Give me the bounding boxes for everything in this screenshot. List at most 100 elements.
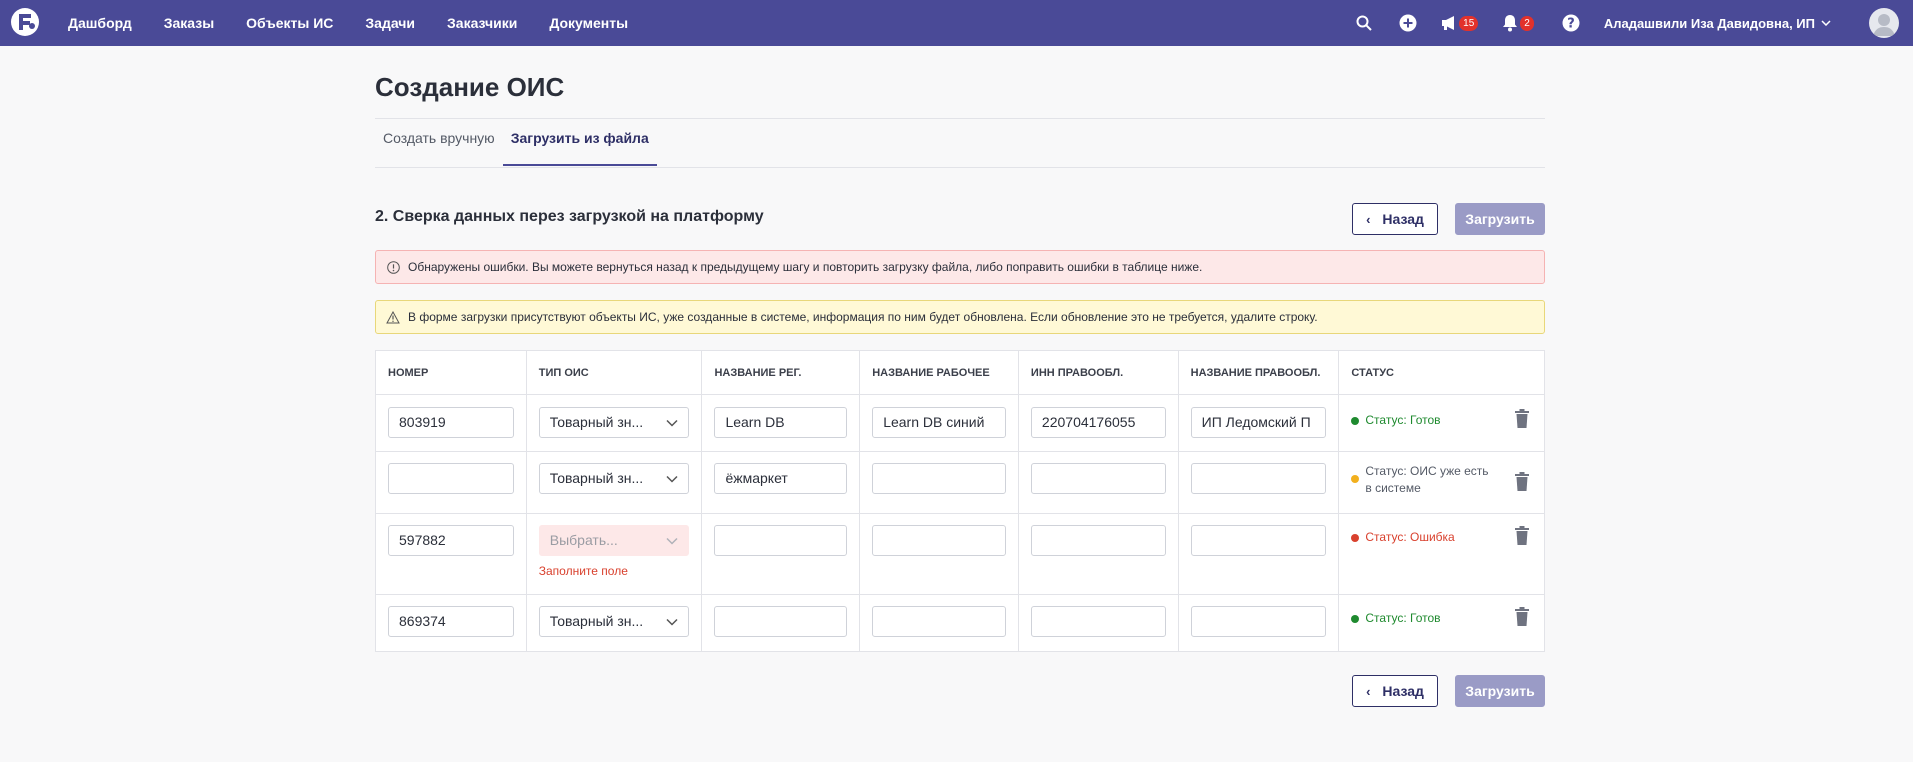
upload-button[interactable]: Загрузить: [1455, 203, 1545, 235]
app-logo-icon[interactable]: [10, 7, 40, 37]
megaphone-icon: [1441, 15, 1459, 31]
announcements-button[interactable]: 15: [1441, 15, 1478, 31]
reg-name-input[interactable]: [714, 606, 847, 637]
chevron-down-icon: [666, 607, 678, 636]
work-name-input[interactable]: [872, 606, 1006, 637]
work-name-input[interactable]: Learn DB синий: [872, 407, 1006, 438]
owner-inn-input[interactable]: [1031, 525, 1166, 556]
column-header: СТАТУС: [1339, 351, 1544, 394]
user-name-label: Аладашвили Иза Давидовна, ИП: [1604, 16, 1815, 31]
help-icon[interactable]: ?: [1560, 12, 1582, 34]
section-title: 2. Сверка данных перез загрузкой на плат…: [375, 208, 764, 226]
column-header: НАЗВАНИЕ ПРАВООБЛ.: [1179, 351, 1340, 394]
column-header: НОМЕР: [376, 351, 527, 394]
status-dot: [1351, 417, 1359, 425]
reg-name-input[interactable]: Learn DB: [714, 407, 847, 438]
field-error-text: Заполните поле: [539, 564, 690, 578]
error-alert: Обнаружены ошибки. Вы можете вернуться н…: [375, 250, 1545, 284]
user-menu[interactable]: Аладашвили Иза Давидовна, ИП: [1604, 16, 1831, 31]
chevron-down-icon: [666, 526, 678, 555]
nav-link-dashboard[interactable]: Дашборд: [68, 15, 132, 31]
chevron-down-icon: [666, 464, 678, 493]
info-circle-icon: [386, 260, 400, 274]
column-header: ТИП ОИС: [527, 351, 703, 394]
page-title: Создание ОИС: [375, 72, 564, 103]
tab-upload-from-file[interactable]: Загрузить из файла: [503, 118, 657, 166]
warning-triangle-icon: [386, 310, 400, 324]
notifications-button[interactable]: 2: [1502, 14, 1534, 32]
nav-link-orders[interactable]: Заказы: [164, 15, 214, 31]
announcements-count-badge: 15: [1459, 16, 1478, 31]
chevron-down-icon: [666, 408, 678, 437]
ip-type-select[interactable]: Выбрать...: [539, 525, 690, 556]
search-icon[interactable]: [1353, 12, 1375, 34]
nav-link-tasks[interactable]: Задачи: [365, 15, 415, 31]
nav-link-ip-objects[interactable]: Объекты ИС: [246, 15, 333, 31]
number-input[interactable]: 803919: [388, 407, 514, 438]
back-button-label: Назад: [1382, 211, 1424, 227]
bell-icon: [1502, 14, 1518, 32]
status-badge: Статус: ОИС уже есть в системе: [1351, 463, 1491, 497]
table-row: 597882 Выбрать... Заполните поле Статус:…: [376, 514, 1544, 595]
work-name-input[interactable]: [872, 525, 1006, 556]
status-text: Статус: Готов: [1365, 412, 1440, 429]
status-badge: Статус: Ошибка: [1351, 529, 1532, 546]
number-input[interactable]: [388, 463, 514, 494]
tab-create-manually[interactable]: Создать вручную: [375, 118, 503, 166]
svg-text:?: ?: [1567, 17, 1575, 32]
status-text: Статус: Готов: [1365, 610, 1440, 627]
owner-inn-input[interactable]: [1031, 606, 1166, 637]
tabs: Создать вручную Загрузить из файла: [375, 118, 657, 166]
upload-button-bottom[interactable]: Загрузить: [1455, 675, 1545, 707]
top-navbar: Дашборд Заказы Объекты ИС Задачи Заказчи…: [0, 0, 1913, 46]
status-dot: [1351, 615, 1359, 623]
owner-name-input[interactable]: [1191, 606, 1327, 637]
add-circle-icon[interactable]: [1397, 12, 1419, 34]
ip-type-value: Товарный зн...: [550, 408, 643, 437]
ip-type-value: Товарный зн...: [550, 607, 643, 636]
owner-inn-input[interactable]: [1031, 463, 1166, 494]
divider: [375, 167, 1545, 168]
notifications-count-badge: 2: [1520, 16, 1534, 31]
table-row: Товарный зн... ёжмаркет Статус: ОИС уже …: [376, 452, 1544, 514]
avatar[interactable]: [1869, 8, 1899, 38]
status-badge: Статус: Готов: [1351, 412, 1532, 429]
warning-alert-text: В форме загрузки присутствуют объекты ИС…: [408, 310, 1318, 324]
work-name-input[interactable]: [872, 463, 1006, 494]
back-button-label: Назад: [1382, 683, 1424, 699]
nav-link-documents[interactable]: Документы: [549, 15, 628, 31]
status-dot: [1351, 534, 1359, 542]
trash-icon[interactable]: [1514, 409, 1530, 429]
column-header: НАЗВАНИЕ РЕГ.: [702, 351, 860, 394]
error-alert-text: Обнаружены ошибки. Вы можете вернуться н…: [408, 260, 1202, 274]
ip-type-select[interactable]: Товарный зн...: [539, 407, 690, 438]
chevron-down-icon: [1821, 20, 1831, 26]
reg-name-input[interactable]: ёжмаркет: [714, 463, 847, 494]
number-input[interactable]: 869374: [388, 606, 514, 637]
number-input[interactable]: 597882: [388, 525, 514, 556]
status-text: Статус: ОИС уже есть в системе: [1365, 463, 1491, 497]
trash-icon[interactable]: [1514, 526, 1530, 546]
column-header: НАЗВАНИЕ РАБОЧЕЕ: [860, 351, 1019, 394]
status-badge: Статус: Готов: [1351, 610, 1532, 627]
chevron-left-icon: ‹: [1366, 684, 1370, 699]
table-row: 869374 Товарный зн... Статус: Готов: [376, 595, 1544, 651]
trash-icon[interactable]: [1514, 607, 1530, 627]
warning-alert: В форме загрузки присутствуют объекты ИС…: [375, 300, 1545, 334]
owner-name-input[interactable]: [1191, 525, 1327, 556]
ip-type-placeholder: Выбрать...: [550, 526, 618, 555]
table-row: 803919 Товарный зн... Learn DB Learn DB …: [376, 395, 1544, 452]
owner-name-input[interactable]: ИП Ледомский П: [1191, 407, 1327, 438]
owner-inn-input[interactable]: 220704176055: [1031, 407, 1166, 438]
trash-icon[interactable]: [1514, 472, 1530, 492]
back-button[interactable]: ‹ Назад: [1352, 203, 1438, 235]
ip-type-select[interactable]: Товарный зн...: [539, 606, 690, 637]
ip-type-select[interactable]: Товарный зн...: [539, 463, 690, 494]
status-text: Статус: Ошибка: [1365, 529, 1454, 546]
nav-link-customers[interactable]: Заказчики: [447, 15, 517, 31]
owner-name-input[interactable]: [1191, 463, 1327, 494]
status-dot: [1351, 475, 1359, 483]
table-header-row: НОМЕР ТИП ОИС НАЗВАНИЕ РЕГ. НАЗВАНИЕ РАБ…: [376, 351, 1544, 395]
reg-name-input[interactable]: [714, 525, 847, 556]
back-button-bottom[interactable]: ‹ Назад: [1352, 675, 1438, 707]
